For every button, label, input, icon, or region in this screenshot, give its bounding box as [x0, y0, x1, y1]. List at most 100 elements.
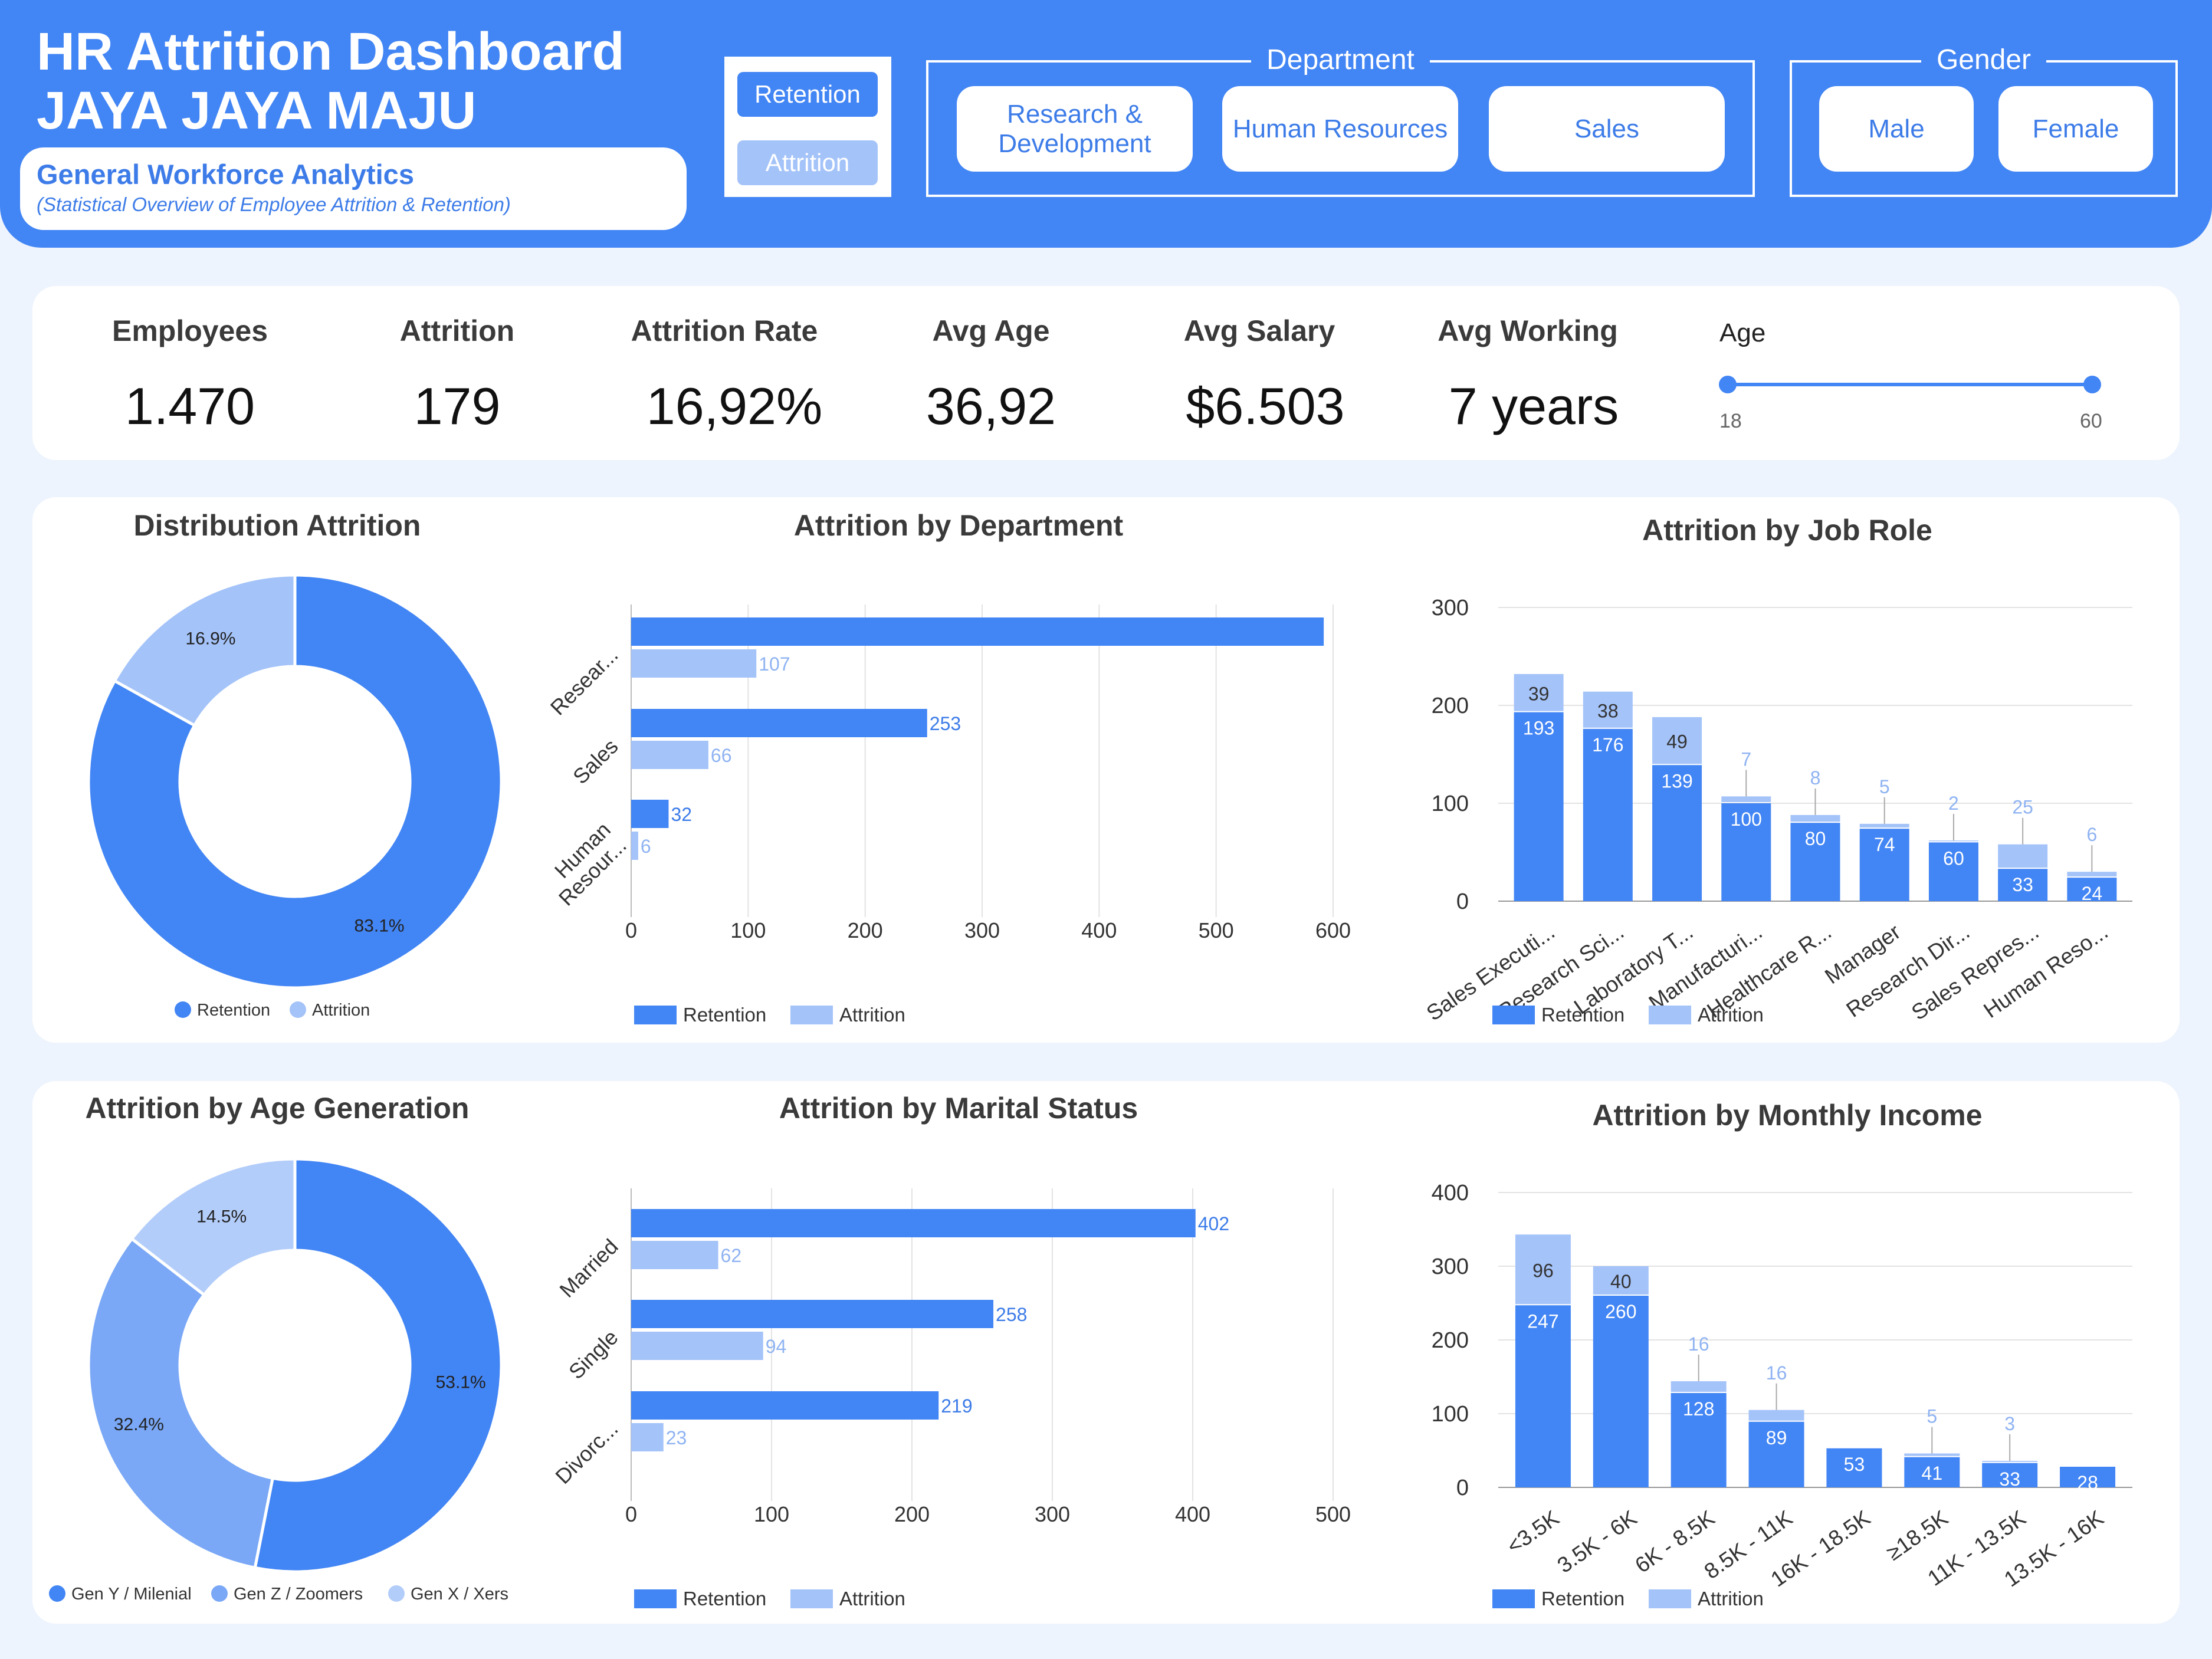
attrition-data-label: 40 [1610, 1271, 1632, 1292]
filter-male-button[interactable]: Male [1819, 86, 1974, 172]
legend-label: Attrition [1698, 1004, 1764, 1026]
legend-label: Gen Z / Zoomers [234, 1585, 363, 1604]
attrition-data-label: 96 [1532, 1260, 1554, 1281]
y-tick-label: 200 [1432, 1328, 1469, 1353]
x-tick-label: 500 [1199, 918, 1234, 942]
age-slider-label: Age [1719, 318, 1766, 347]
attrition-bar [1748, 1410, 1804, 1421]
kpi-avg-working-label: Avg Working [1438, 314, 1618, 347]
attrition-data-label: 38 [1597, 700, 1619, 721]
metric-toggle: Retention Attrition [724, 57, 891, 197]
retention-bar [631, 617, 1324, 646]
x-tick-label: 0 [625, 918, 637, 942]
y-tick-label: Single [564, 1325, 623, 1384]
legend-label: Retention [683, 1588, 766, 1609]
retention-data-label: 74 [1874, 834, 1895, 855]
attrition-data-label: 2 [1948, 793, 1959, 814]
attrition-bar [1671, 1381, 1727, 1392]
retention-data-label: 258 [996, 1304, 1027, 1325]
retention-data-label: 33 [1999, 1469, 2020, 1490]
x-tick-label: 200 [848, 918, 883, 942]
filter-female-button[interactable]: Female [1998, 86, 2153, 172]
attrition-bar [631, 832, 638, 860]
attrition-bar [631, 741, 708, 769]
income-chart: 0 100 200 300 400 247 96 <3.5K 260 40 3.5K - 6K 128… [1432, 1181, 2132, 1609]
filter-sales-button[interactable]: Sales [1489, 86, 1725, 172]
attrition-bar [631, 649, 757, 678]
retention-data-label: 80 [1805, 828, 1826, 849]
department-chart: 0 100 200 300 400 500 600 107 Resear... 253 66 Sale… [538, 605, 1351, 1026]
retention-data-label: 260 [1605, 1301, 1636, 1322]
generation-chart: 53.1% 32.4% 14.5% Gen Y / Milenial Gen Z / Z… [49, 1157, 508, 1604]
retention-bar [631, 1209, 1196, 1237]
attrition-data-label: 16 [1688, 1333, 1709, 1355]
retention-toggle-button[interactable]: Retention [737, 72, 878, 117]
attrition-data-label: 23 [666, 1427, 687, 1448]
attrition-data-label: 6 [2086, 824, 2097, 845]
legend-swatch [49, 1585, 65, 1602]
attrition-toggle-button[interactable]: Attrition [737, 140, 878, 185]
retention-data-label: 193 [1523, 718, 1554, 739]
jobrole-chart-title: Attrition by Job Role [1642, 514, 1932, 547]
attrition-data-label: 8 [1810, 767, 1821, 789]
legend-label: Retention [683, 1004, 766, 1026]
retention-bar [631, 709, 927, 737]
y-tick-label: 100 [1432, 791, 1469, 816]
marital-chart: 0 100 200 300 400 500 402 62 Married 258 94 Single 2… [550, 1188, 1351, 1609]
attrition-bar [1859, 823, 1909, 828]
age-slider-min-handle[interactable] [1719, 376, 1737, 393]
age-slider-max-handle[interactable] [2083, 376, 2101, 393]
age-slider-min-value: 18 [1719, 410, 1742, 432]
legend-label: Attrition [312, 1001, 370, 1020]
attrition-data-label: 6 [641, 836, 651, 857]
attrition-data-label: 7 [1741, 748, 1751, 770]
legend-swatch [634, 1589, 677, 1608]
legend-swatch [211, 1585, 228, 1602]
subtitle-box: General Workforce Analytics (Statistical… [20, 147, 687, 230]
retention-data-label: 89 [1766, 1427, 1787, 1448]
department-chart-title: Attrition by Department [793, 509, 1124, 542]
x-tick-label: 500 [1315, 1502, 1351, 1526]
y-tick-label: HumanResour... [538, 817, 631, 911]
x-tick-label: 300 [1035, 1502, 1070, 1526]
subtitle: General Workforce Analytics [37, 159, 414, 190]
x-tick-label: 3.5K - 6K [1553, 1506, 1642, 1578]
age-slider-track[interactable] [1727, 383, 2093, 386]
kpi-employees-label: Employees [111, 314, 268, 347]
y-tick-label: Resear... [546, 643, 623, 720]
attrition-data-label: 49 [1666, 731, 1688, 753]
y-tick-label: 200 [1432, 694, 1469, 718]
retention-data-label: 28 [2077, 1472, 2098, 1493]
y-tick-label: 300 [1432, 1254, 1469, 1279]
x-tick-label: 100 [730, 918, 766, 942]
filter-human-resources-button[interactable]: Human Resources [1222, 86, 1458, 172]
retention-data-label: 176 [1592, 734, 1623, 755]
attrition-bar [1790, 814, 1840, 822]
x-tick-label: 400 [1175, 1502, 1210, 1526]
legend-label: Retention [1541, 1588, 1624, 1609]
attrition-data-label: 94 [766, 1336, 787, 1357]
legend-swatch [790, 1589, 833, 1608]
attrition-data-label: 5 [1879, 776, 1890, 797]
attrition-data-label: 3 [2004, 1413, 2015, 1434]
income-chart-title: Attrition by Monthly Income [1592, 1099, 1983, 1132]
x-tick-label: <3.5K [1502, 1506, 1564, 1559]
kpi-employees-value: 1.470 [124, 377, 255, 435]
attrition-data-label: 5 [1927, 1406, 1937, 1427]
kpi-attrition-rate-label: Attrition Rate [631, 314, 818, 347]
filter-research-development-button[interactable]: Research & Development [957, 86, 1193, 172]
y-tick-label: Divorc... [550, 1417, 622, 1489]
y-tick-label: 0 [1456, 889, 1469, 914]
legend-swatch [290, 1001, 306, 1018]
retention-bar [631, 800, 669, 828]
attrition-bar [1721, 796, 1771, 802]
attrition-data-label: 25 [2012, 797, 2033, 818]
retention-bar [631, 1391, 939, 1420]
slice-label: 32.4% [114, 1415, 164, 1434]
attrition-bar [1982, 1461, 2038, 1462]
legend-label: Retention [1541, 1004, 1624, 1026]
slice-label: 14.5% [196, 1207, 247, 1226]
y-tick-label: Sales [568, 734, 623, 789]
legend-swatch [1649, 1006, 1691, 1024]
attrition-data-label: 66 [711, 745, 732, 766]
